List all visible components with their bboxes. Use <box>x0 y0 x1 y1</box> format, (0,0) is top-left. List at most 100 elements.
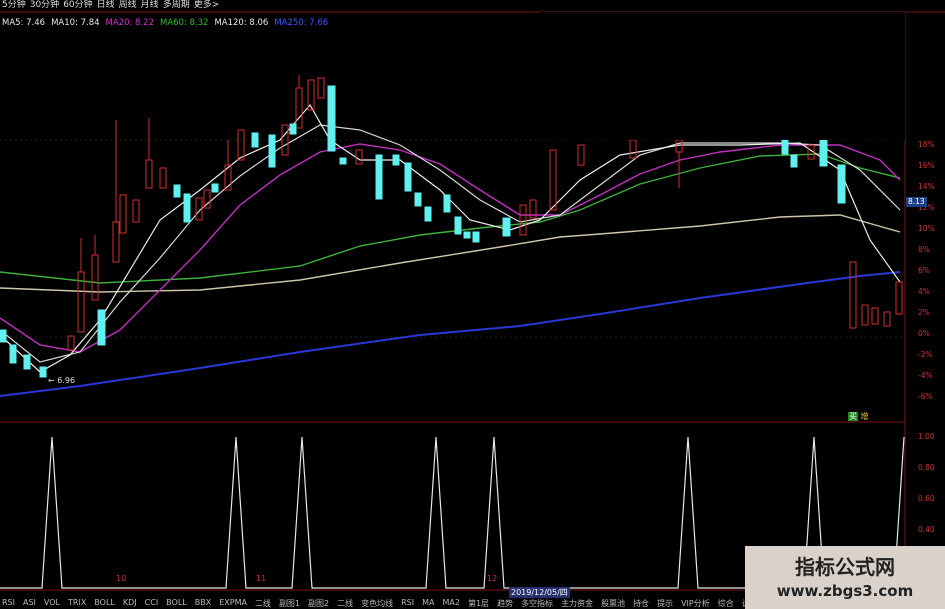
indicator-tab[interactable]: 提示 <box>657 598 673 609</box>
indicator-tab[interactable]: BOLL <box>94 598 115 609</box>
buy-tag-b: 增 <box>860 412 869 421</box>
tab-multi-period[interactable]: 多周期 <box>163 0 190 11</box>
x-label-10: 10 <box>116 574 127 583</box>
down-candle <box>392 154 400 166</box>
down-candle <box>23 354 31 370</box>
down-candle <box>790 154 798 168</box>
tab-daily[interactable]: 日线 <box>97 0 115 11</box>
up-candle <box>519 204 527 236</box>
indicator-tab[interactable]: 多空指标 <box>521 598 553 609</box>
chart-mask <box>540 12 905 140</box>
site-watermark: 指标公式网 www.zbgs3.com <box>745 546 945 609</box>
indicator-tab[interactable]: 副图2 <box>308 598 329 609</box>
indicator-tab[interactable]: 副图1 <box>279 598 300 609</box>
indicator-tab[interactable]: MA <box>422 598 434 609</box>
right-axis-tick: 4% <box>918 287 930 296</box>
up-candle <box>119 194 127 234</box>
down-candle <box>268 134 276 168</box>
up-candle <box>67 335 75 351</box>
down-candle <box>327 85 336 152</box>
ma5-label: MA5: 7.46 <box>2 18 46 28</box>
ma10-label: MA10: 7.84 <box>51 18 100 28</box>
right-axis-tick: 10% <box>918 224 935 233</box>
date-cursor-badge: 2019/12/05/四 <box>509 587 570 598</box>
down-candle <box>819 139 828 167</box>
lower-axis-tick: 0.80 <box>918 463 935 472</box>
down-candle <box>414 192 422 207</box>
tab-30min[interactable]: 30分钟 <box>30 0 59 11</box>
down-candle <box>97 309 106 346</box>
indicator-tab[interactable]: RSI <box>2 598 15 609</box>
down-candle <box>251 132 259 148</box>
down-candle <box>339 157 347 165</box>
indicator-tab[interactable]: BOLL <box>166 598 187 609</box>
up-candle <box>861 304 869 326</box>
x-label-11: 11 <box>256 574 267 583</box>
period-tabs: 5分钟 30分钟 60分钟 日线 周线 月线 多周期 更多> <box>0 0 219 11</box>
down-candle <box>375 154 383 200</box>
signal-tag: 买 增 <box>848 411 869 422</box>
ma120-line <box>0 214 901 293</box>
up-candle <box>145 159 153 189</box>
indicator-tab[interactable]: 主力资金 <box>561 598 593 609</box>
tab-weekly[interactable]: 周线 <box>119 0 137 11</box>
up-candle <box>849 261 857 329</box>
down-candle <box>781 139 789 155</box>
indicator-tab[interactable]: 二线 <box>337 598 353 609</box>
right-axis-tick: 16% <box>918 161 935 170</box>
up-candle <box>112 221 120 263</box>
ma20-line <box>0 143 901 353</box>
right-axis-tick: 0% <box>918 329 930 338</box>
indicator-tab[interactable]: 综合 <box>718 598 734 609</box>
down-candle <box>39 366 47 378</box>
indicator-tab[interactable]: 股票池 <box>601 598 625 609</box>
ma60-label: MA60: 8.32 <box>160 18 209 28</box>
tab-5min[interactable]: 5分钟 <box>2 0 26 11</box>
up-candle <box>549 149 557 211</box>
indicator-tab[interactable]: 二线 <box>255 598 271 609</box>
indicator-tab[interactable]: VIP分析 <box>681 598 710 609</box>
up-candle <box>295 87 303 129</box>
tab-more[interactable]: 更多> <box>194 0 220 11</box>
kline-chart[interactable] <box>0 0 945 609</box>
tab-monthly[interactable]: 月线 <box>141 0 159 11</box>
current-price-tag: 8.13 <box>906 197 927 207</box>
down-candle <box>404 162 412 192</box>
down-candle <box>0 329 7 343</box>
indicator-tab[interactable]: 变色均线 <box>361 598 393 609</box>
indicator-tab[interactable]: CCI <box>145 598 159 609</box>
down-candle <box>502 217 511 237</box>
ma120-label: MA120: 8.06 <box>214 18 269 28</box>
down-candle <box>211 183 219 193</box>
ma-legend: MA5: 7.46 MA10: 7.84 MA20: 8.22 MA60: 8.… <box>2 18 328 28</box>
right-axis-tick: 6% <box>918 266 930 275</box>
down-candle <box>454 216 462 235</box>
buy-tag-a: 买 <box>848 412 858 421</box>
tab-60min[interactable]: 60分钟 <box>63 0 92 11</box>
indicator-tab[interactable]: RSI <box>401 598 414 609</box>
down-candle <box>463 231 471 239</box>
up-candle <box>132 199 140 223</box>
right-axis-tick: -6% <box>918 392 933 401</box>
lower-axis-tick: 0.60 <box>918 494 935 503</box>
lower-axis-tick: 0.40 <box>918 525 935 534</box>
watermark-url: www.zbgs3.com <box>776 582 914 600</box>
up-candle <box>577 144 585 166</box>
down-candle <box>9 344 17 364</box>
down-candle <box>443 194 451 213</box>
indicator-tab[interactable]: 持仓 <box>633 598 649 609</box>
indicator-tab[interactable]: KDJ <box>123 598 137 609</box>
indicator-tab[interactable]: ASI <box>23 598 36 609</box>
indicator-tab[interactable]: 趋势 <box>497 598 513 609</box>
indicator-tab[interactable]: VOL <box>44 598 60 609</box>
up-candle <box>629 139 637 159</box>
lower-axis-tick: 1.00 <box>918 432 935 441</box>
low-price-label: ← 6.96 <box>48 376 76 385</box>
indicator-tab[interactable]: MA2 <box>443 598 460 609</box>
indicator-tab[interactable]: EXPMA <box>219 598 247 609</box>
indicator-tab[interactable]: BBX <box>195 598 211 609</box>
indicator-tab[interactable]: 第1层 <box>468 598 489 609</box>
up-candle <box>237 129 245 161</box>
up-candle <box>355 149 363 165</box>
indicator-tab[interactable]: TRIX <box>68 598 86 609</box>
